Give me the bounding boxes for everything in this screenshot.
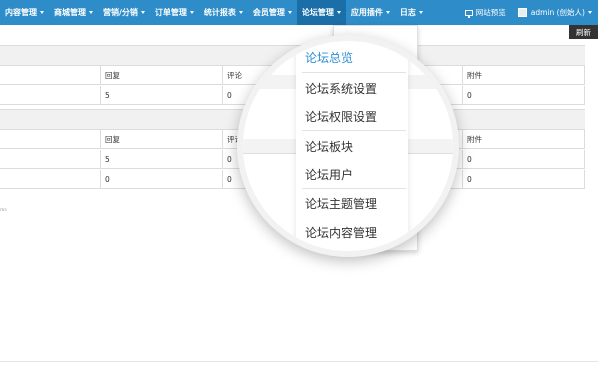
magnifier-content: 论坛总览 论坛系统设置 论坛权限设置 论坛板块 论坛用户 论坛主题管理 论坛内容… [243, 41, 453, 251]
nav-label: 内容管理 [5, 8, 37, 17]
site-preview-link[interactable]: 网站预览 [459, 0, 512, 25]
divider [0, 361, 598, 362]
nav-right: 网站预览 admin (创始人) [459, 0, 598, 25]
caret-down-icon [418, 11, 423, 14]
site-preview-label: 网站预览 [475, 8, 506, 17]
nav-label: 论坛管理 [301, 8, 334, 17]
dropdown-item-overview[interactable]: 论坛总览 [305, 49, 405, 66]
nav-item-plugins[interactable]: 应用插件 [346, 0, 395, 25]
dropdown-item-boards[interactable]: 论坛板块 [305, 138, 405, 155]
caret-down-icon [89, 11, 93, 14]
dropdown-divider [302, 188, 406, 189]
caret-down-icon [287, 11, 292, 14]
avatar [517, 8, 527, 17]
nav-item-mall[interactable]: 商城管理 [49, 0, 98, 25]
nav-label: 日志 [399, 8, 416, 17]
table-cell: 5 [100, 86, 222, 105]
table-cell: 0 [462, 86, 585, 105]
dropdown-item-permission-settings[interactable]: 论坛权限设置 [305, 108, 405, 125]
column-header: 回复 [100, 130, 222, 149]
caret-down-icon [189, 11, 194, 14]
table-cell: 5 [100, 150, 222, 169]
caret-down-icon [385, 11, 390, 14]
nav-item-forum[interactable]: 论坛管理 [296, 0, 346, 25]
nav-item-content[interactable]: 内容管理 [0, 0, 49, 25]
nav-item-logs[interactable]: 日志 [395, 0, 428, 25]
magnifier-overlay: 论坛总览 论坛系统设置 论坛权限设置 论坛板块 论坛用户 论坛主题管理 论坛内容… [237, 35, 459, 257]
nav-item-marketing[interactable]: 营销/分销 [98, 0, 150, 25]
caret-down-icon [140, 11, 145, 14]
nav-label: 订单管理 [154, 8, 187, 17]
caret-down-icon [588, 11, 592, 14]
dropdown-divider [302, 130, 406, 131]
nav-item-orders[interactable]: 订单管理 [150, 0, 199, 25]
table-cell: 0 [462, 150, 585, 169]
dropdown-item-users[interactable]: 论坛用户 [305, 166, 405, 183]
dropdown-item-content[interactable]: 论坛内容管理 [305, 224, 405, 241]
nav-label: 统计报表 [203, 8, 236, 17]
dropdown-item-system-settings[interactable]: 论坛系统设置 [305, 80, 405, 97]
nav-label: 营销/分销 [103, 8, 138, 17]
nav-item-reports[interactable]: 统计报表 [199, 0, 248, 25]
nav-item-members[interactable]: 会员管理 [248, 0, 297, 25]
column-header: 回复 [100, 66, 222, 85]
table-cell: 0 [462, 170, 585, 189]
nav-label: 会员管理 [252, 8, 285, 17]
column-header: 附件 [462, 130, 585, 149]
nav-label: 商城管理 [54, 8, 86, 17]
user-menu[interactable]: admin (创始人) [512, 0, 598, 25]
top-navbar: 内容管理 商城管理 营销/分销 订单管理 统计报表 会员管理 论坛管理 应用插件… [0, 0, 598, 25]
dropdown-divider [302, 72, 406, 73]
caret-down-icon [336, 11, 341, 14]
footnote: ms [0, 208, 7, 213]
column-header: 附件 [462, 66, 585, 85]
refresh-button[interactable]: 刷新 [569, 25, 598, 39]
monitor-icon [464, 9, 473, 18]
magnified-dropdown: 论坛总览 论坛系统设置 论坛权限设置 论坛板块 论坛用户 论坛主题管理 论坛内容… [296, 41, 408, 251]
caret-down-icon [40, 11, 44, 14]
nav-label: 应用插件 [350, 8, 383, 17]
caret-down-icon [238, 11, 243, 14]
user-name: admin (创始人) [530, 8, 585, 17]
table-cell: 0 [100, 170, 222, 189]
dropdown-item-topics[interactable]: 论坛主题管理 [305, 195, 405, 212]
